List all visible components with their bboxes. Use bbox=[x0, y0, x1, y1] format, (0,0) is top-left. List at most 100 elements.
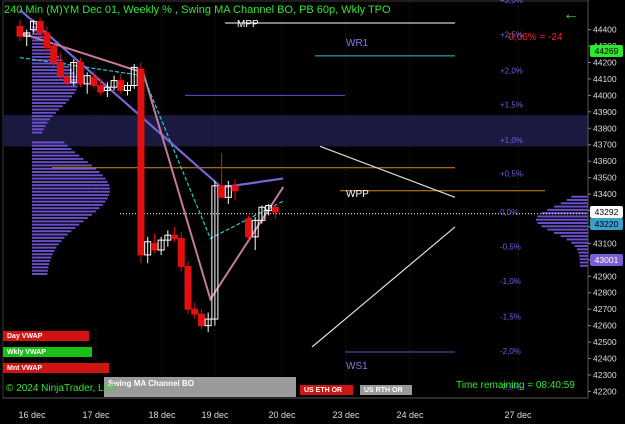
candle-body bbox=[50, 45, 58, 63]
tpo-bar bbox=[554, 205, 588, 208]
candle-body bbox=[36, 20, 44, 34]
tpo-bar bbox=[32, 164, 92, 167]
tpo-bar bbox=[32, 253, 53, 256]
tpo-bar bbox=[32, 131, 43, 134]
triangle-lines bbox=[311, 145, 456, 348]
time-remaining: Time remaining = 08:40:59 bbox=[456, 380, 575, 391]
tpo-bar bbox=[32, 105, 63, 108]
tpo-bar bbox=[560, 202, 588, 205]
candle-body bbox=[117, 80, 125, 91]
pct-level-label: -1,0% bbox=[500, 277, 521, 286]
y-tick-label: 42200 bbox=[593, 386, 617, 396]
day-vwap-button[interactable]: Day VWAP bbox=[3, 331, 89, 341]
x-tick-label: 23 dec bbox=[332, 410, 360, 420]
tpo-bar bbox=[32, 194, 110, 197]
pct-level-label: -1,5% bbox=[500, 313, 521, 322]
candle-body bbox=[231, 185, 239, 192]
wkly-vwap-button[interactable]: Wkly VWAP bbox=[3, 347, 92, 357]
y-tick-label: 42600 bbox=[593, 321, 617, 331]
tpo-bar bbox=[32, 217, 88, 220]
candle-body bbox=[171, 234, 179, 239]
tpo-bar bbox=[32, 240, 62, 243]
copyright: © 2024 NinjaTrader, LLC bbox=[6, 383, 117, 394]
wpp-label: WPP bbox=[346, 189, 369, 200]
tpo-bar bbox=[571, 195, 588, 198]
tpo-bar bbox=[32, 157, 84, 160]
candle-body bbox=[137, 68, 145, 256]
tpo-bar bbox=[32, 92, 75, 95]
y-tick-label: 42800 bbox=[593, 288, 617, 298]
tpo-bar bbox=[32, 118, 50, 121]
plot-frame bbox=[2, 0, 589, 399]
tpo-bar bbox=[32, 85, 78, 88]
tpo-bar bbox=[32, 200, 106, 203]
tpo-bar bbox=[541, 225, 588, 228]
tpo-bar bbox=[32, 128, 44, 131]
y-tick-label: 42400 bbox=[593, 354, 617, 364]
tpo-bar bbox=[32, 148, 72, 150]
candle-body bbox=[97, 85, 105, 93]
tpo-bar bbox=[32, 101, 66, 104]
tpo-bar bbox=[32, 95, 73, 98]
x-tick-label: 24 dec bbox=[396, 410, 424, 420]
tpo-bar bbox=[32, 246, 57, 249]
price-tag: 43220 bbox=[590, 217, 623, 230]
y-tick-label: 43500 bbox=[593, 173, 617, 183]
tpo-bar bbox=[560, 235, 588, 238]
tpo-bar bbox=[32, 108, 60, 111]
y-tick-label: 43900 bbox=[593, 107, 617, 117]
tpo-bar bbox=[32, 124, 46, 127]
back-arrow-icon[interactable]: ← bbox=[563, 6, 579, 24]
tpo-bar bbox=[574, 245, 588, 248]
tpo-bar bbox=[32, 88, 77, 91]
tpo-bar bbox=[32, 220, 84, 223]
tpo-bar bbox=[32, 69, 73, 72]
pct-level-label: +1,0% bbox=[500, 136, 523, 145]
x-tick-label: 17 dec bbox=[82, 410, 110, 420]
tpo-bar bbox=[32, 98, 70, 101]
tpo-bar bbox=[32, 249, 55, 252]
us-rth-button[interactable]: US RTH OR bbox=[360, 385, 412, 395]
tpo-bar bbox=[32, 233, 68, 236]
y-tick-label: 42300 bbox=[593, 370, 617, 380]
y-tick-label: 42500 bbox=[593, 337, 617, 347]
tpo-bar bbox=[32, 180, 108, 183]
tpo-bar bbox=[32, 236, 65, 239]
tpo-bar bbox=[547, 208, 588, 211]
tpo-bar bbox=[32, 72, 75, 75]
pct-level-label: +2,0% bbox=[500, 67, 523, 76]
tpo-bar bbox=[579, 261, 588, 264]
price-tag: 43292 bbox=[590, 205, 623, 218]
mnt-vwap-button[interactable]: Mnt VWAP bbox=[3, 363, 109, 373]
swing-ma-button[interactable]: Swing MA Channel BO bbox=[104, 377, 296, 397]
tpo-bar bbox=[579, 258, 588, 261]
y-tick-label: 44200 bbox=[593, 57, 617, 67]
x-tick-label: 27 dec bbox=[504, 410, 532, 420]
tpo-bar bbox=[32, 151, 76, 154]
chart-title: 240 Min (M)YM Dec 01, Weekly % , Swing M… bbox=[4, 4, 391, 16]
candle-body bbox=[76, 61, 84, 85]
us-eth-button[interactable]: US ETH OR bbox=[300, 385, 353, 395]
tpo-bar bbox=[32, 171, 100, 174]
y-tick-label: 43100 bbox=[593, 238, 617, 248]
tpo-bar bbox=[32, 263, 50, 266]
tpo-bar bbox=[579, 254, 588, 257]
y-tick-label: 43700 bbox=[593, 140, 617, 150]
tpo-bar bbox=[32, 213, 92, 216]
tpo-bar bbox=[32, 49, 53, 52]
price-chart[interactable]: +3,0%+2,5%+2,0%+1,5%+1,0%+0,5%0,0%-0,5%-… bbox=[0, 0, 625, 424]
candle-body bbox=[197, 313, 205, 327]
y-tick-label: 43800 bbox=[593, 123, 617, 133]
ws1-label: WS1 bbox=[346, 361, 368, 372]
tpo-bar bbox=[32, 203, 103, 206]
candle-body bbox=[184, 265, 192, 310]
pct-level-label: +0,5% bbox=[500, 170, 523, 179]
candle-body bbox=[63, 76, 71, 83]
tpo-bar bbox=[32, 161, 88, 164]
tpo-bar bbox=[579, 264, 588, 267]
pct-level-label: -0,5% bbox=[500, 243, 521, 252]
y-tick-label: 42900 bbox=[593, 271, 617, 281]
y-tick-label: 44100 bbox=[593, 74, 617, 84]
tpo-bar bbox=[32, 187, 110, 190]
tpo-bar bbox=[32, 59, 63, 62]
